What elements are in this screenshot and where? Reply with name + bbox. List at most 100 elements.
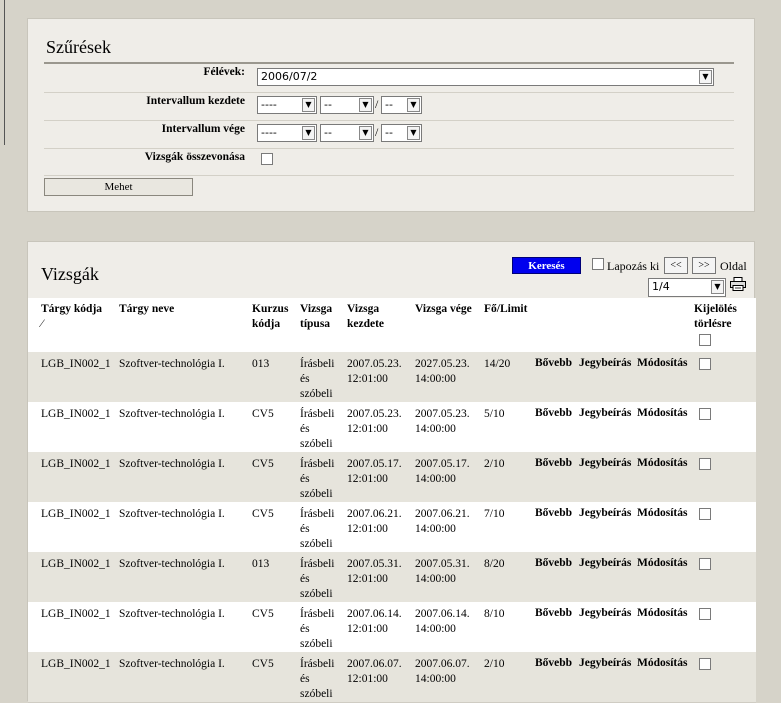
grade-entry-link[interactable]: Jegybeírás <box>579 407 631 419</box>
cell-start-date: 2007.05.23. <box>347 408 402 420</box>
cell-course: CV5 <box>252 608 274 620</box>
cell-end: 2027.05.23. 14:00:00 <box>415 357 470 387</box>
interval-start-year-select[interactable]: ---- ▼ <box>257 96 317 114</box>
cell-start-time: 12:01:00 <box>347 423 388 435</box>
cell-type-line1: Írásbeli <box>300 508 335 520</box>
delete-select-checkbox[interactable] <box>699 608 711 620</box>
grade-entry-link[interactable]: Jegybeírás <box>579 607 631 619</box>
interval-end-year-select[interactable]: ---- ▼ <box>257 124 317 142</box>
delete-select-checkbox[interactable] <box>699 658 711 670</box>
cell-type-line1: Írásbeli <box>300 608 335 620</box>
more-link[interactable]: Bővebb <box>535 607 572 619</box>
go-button[interactable]: Mehet <box>44 178 193 196</box>
column-header-code[interactable]: Tárgy kódja ⁄ <box>41 302 102 332</box>
interval-end-day-value: -- <box>385 126 393 139</box>
page-select[interactable]: 1/4 ▼ <box>648 278 726 297</box>
select-all-checkbox[interactable] <box>699 334 711 346</box>
delete-select-checkbox[interactable] <box>699 408 711 420</box>
search-button[interactable]: Keresés <box>512 257 581 274</box>
cell-type-line3: szóbeli <box>300 588 333 600</box>
grade-entry-link[interactable]: Jegybeírás <box>579 557 631 569</box>
interval-end-month-value: -- <box>324 126 332 139</box>
interval-start-day-select[interactable]: -- ▼ <box>381 96 422 114</box>
cell-end-time: 14:00:00 <box>415 423 456 435</box>
edit-link[interactable]: Módosítás <box>637 557 687 569</box>
delete-select-checkbox[interactable] <box>699 508 711 520</box>
table-row: LGB_IN002_1 Szoftver-technológia I. CV5 Írá… <box>28 652 756 702</box>
more-link[interactable]: Bővebb <box>535 357 572 369</box>
cell-type: Írásbeli és szóbeli <box>300 557 334 602</box>
cell-name: Szoftver-technológia I. <box>119 558 225 570</box>
column-header-start[interactable]: Vizsga kezdete <box>347 302 384 332</box>
cell-code: LGB_IN002_1 <box>41 458 111 470</box>
table-row: LGB_IN002_1 Szoftver-technológia I. CV5 Írá… <box>28 502 756 552</box>
merge-exams-checkbox[interactable] <box>261 153 273 165</box>
column-header-end[interactable]: Vizsga vége <box>415 302 472 317</box>
grade-entry-link[interactable]: Jegybeírás <box>579 457 631 469</box>
interval-start-label: Intervallum kezdete <box>146 95 245 107</box>
interval-start-month-select[interactable]: -- ▼ <box>320 96 374 114</box>
cell-start-time: 12:01:00 <box>347 673 388 685</box>
cell-code: LGB_IN002_1 <box>41 658 111 670</box>
column-header-type[interactable]: Vizsga típusa <box>300 302 332 332</box>
delete-select-checkbox[interactable] <box>699 558 711 570</box>
cell-end-date: 2007.06.21. <box>415 508 470 520</box>
edit-link[interactable]: Módosítás <box>637 357 687 369</box>
more-link[interactable]: Bővebb <box>535 657 572 669</box>
grade-entry-link[interactable]: Jegybeírás <box>579 657 631 669</box>
column-header-course[interactable]: Kurzus kódja <box>252 302 288 332</box>
cell-end: 2007.06.14. 14:00:00 <box>415 607 470 637</box>
cell-start-time: 12:01:00 <box>347 473 388 485</box>
column-header-type-line2: típusa <box>300 318 331 330</box>
edit-link[interactable]: Módosítás <box>637 457 687 469</box>
printer-icon[interactable] <box>730 277 746 291</box>
delete-select-checkbox[interactable] <box>699 358 711 370</box>
prev-page-button[interactable]: << <box>664 257 688 274</box>
cell-name: Szoftver-technológia I. <box>119 408 225 420</box>
chevron-down-icon: ▼ <box>302 126 315 140</box>
cell-start: 2007.05.17. 12:01:00 <box>347 457 402 487</box>
chevron-down-icon: ▼ <box>302 98 315 112</box>
delete-select-checkbox[interactable] <box>699 458 711 470</box>
more-link[interactable]: Bővebb <box>535 457 572 469</box>
cell-limit: 14/20 <box>484 358 511 370</box>
grade-entry-link[interactable]: Jegybeírás <box>579 357 631 369</box>
cell-code: LGB_IN002_1 <box>41 508 111 520</box>
edit-link[interactable]: Módosítás <box>637 407 687 419</box>
paging-off-checkbox[interactable] <box>592 258 604 270</box>
cell-start: 2007.06.14. 12:01:00 <box>347 607 402 637</box>
more-link[interactable]: Bővebb <box>535 507 572 519</box>
cell-type-line2: és <box>300 473 310 485</box>
more-link[interactable]: Bővebb <box>535 407 572 419</box>
next-page-button[interactable]: >> <box>692 257 716 274</box>
page-value: 1/4 <box>652 280 670 293</box>
cell-end: 2007.06.21. 14:00:00 <box>415 507 470 537</box>
table-row: LGB_IN002_1 Szoftver-technológia I. 013 Írá… <box>28 352 756 402</box>
edit-link[interactable]: Módosítás <box>637 657 687 669</box>
column-header-limit[interactable]: Fő/Limit <box>484 302 527 317</box>
edit-link[interactable]: Módosítás <box>637 507 687 519</box>
cell-end: 2007.05.23. 14:00:00 <box>415 407 470 437</box>
sort-icon[interactable]: ⁄ <box>41 317 102 332</box>
column-header-name[interactable]: Tárgy neve <box>119 302 174 317</box>
cell-start-time: 12:01:00 <box>347 573 388 585</box>
edit-link[interactable]: Módosítás <box>637 607 687 619</box>
interval-end-day-select[interactable]: -- ▼ <box>381 124 422 142</box>
filter-panel: Szűrések Félévek: 2006/07/2 ▼ Intervallu… <box>27 18 755 212</box>
interval-end-month-select[interactable]: -- ▼ <box>320 124 374 142</box>
table-row: LGB_IN002_1 Szoftver-technológia I. CV5 Írá… <box>28 602 756 652</box>
semester-value: 2006/07/2 <box>261 70 318 83</box>
date-separator: / <box>375 125 379 139</box>
column-header-type-line1: Vizsga <box>300 303 333 315</box>
cell-end-time: 14:00:00 <box>415 573 456 585</box>
more-link[interactable]: Bővebb <box>535 557 572 569</box>
grade-entry-link[interactable]: Jegybeírás <box>579 507 631 519</box>
cell-name: Szoftver-technológia I. <box>119 508 225 520</box>
cell-end-date: 2007.06.07. <box>415 658 470 670</box>
filter-title: Szűrések <box>46 37 111 57</box>
semester-select[interactable]: 2006/07/2 ▼ <box>257 68 714 86</box>
cell-start: 2007.06.21. 12:01:00 <box>347 507 402 537</box>
cell-course: CV5 <box>252 408 274 420</box>
cell-end-time: 14:00:00 <box>415 623 456 635</box>
chevron-down-icon: ▼ <box>359 98 372 112</box>
